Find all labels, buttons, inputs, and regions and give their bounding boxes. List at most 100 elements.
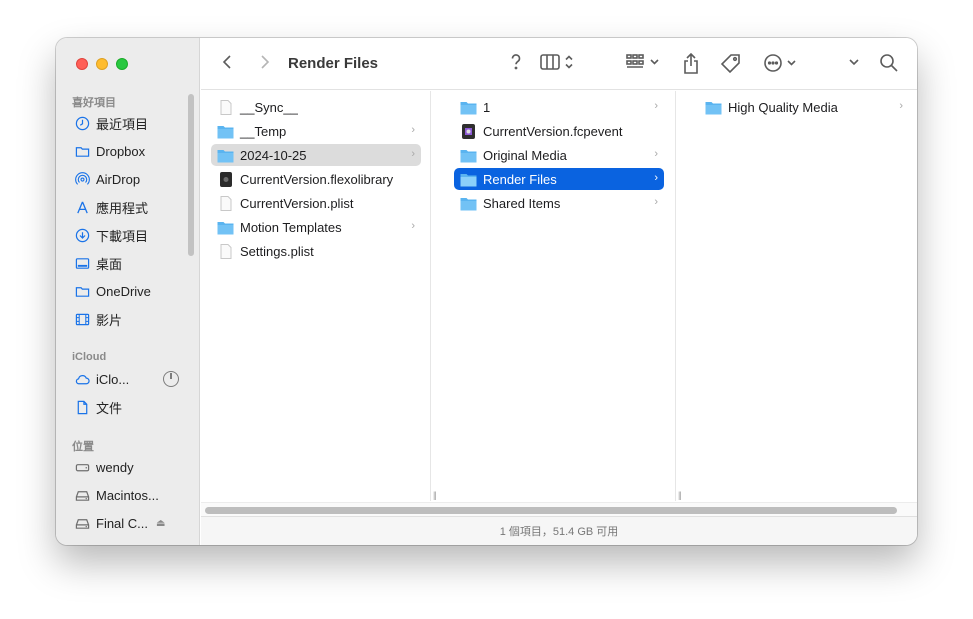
sidebar-section-locations: 位置	[72, 441, 94, 453]
download-icon	[74, 227, 90, 243]
column-3: High Quality Media ›	[689, 91, 917, 501]
sidebar-item-movies[interactable]: 影片	[74, 308, 192, 330]
group-button[interactable]	[626, 53, 662, 71]
chevron-right-icon: ›	[411, 220, 415, 232]
chevron-right-icon: ›	[654, 172, 658, 184]
sidebar-item-label: 文件	[96, 400, 123, 416]
file-icon	[217, 195, 234, 211]
list-item-selected[interactable]: Render Files ›	[454, 168, 664, 190]
sidebar-item-label: 影片	[96, 312, 123, 328]
folder-icon	[460, 196, 477, 211]
list-item-label: CurrentVersion.fcpevent	[483, 123, 623, 139]
traffic-lights	[76, 58, 128, 70]
desktop-icon	[74, 255, 90, 271]
tags-button[interactable]	[720, 53, 742, 75]
file-icon	[217, 243, 234, 259]
list-item[interactable]: Settings.plist	[211, 240, 421, 262]
horizontal-scrollbar-thumb[interactable]	[205, 507, 897, 514]
sidebar-item-recents[interactable]: 最近項目	[74, 112, 192, 134]
column-resize-handle[interactable]: ||	[433, 490, 437, 500]
chevron-right-icon	[261, 55, 270, 69]
list-item[interactable]: High Quality Media ›	[699, 96, 909, 118]
list-item[interactable]: __Temp ›	[211, 120, 421, 142]
close-button[interactable]	[76, 58, 88, 70]
share-icon	[684, 53, 698, 74]
folder-icon	[460, 148, 477, 163]
airdrop-icon	[74, 171, 90, 187]
chevron-right-icon: ›	[411, 148, 415, 160]
search-button[interactable]	[879, 53, 899, 73]
sidebar-item-label: Macintos...	[96, 487, 159, 503]
sidebar-item-macintosh-hd[interactable]: Macintos...	[74, 484, 192, 506]
list-item-selected[interactable]: 2024-10-25 ›	[211, 144, 421, 166]
list-item-label: High Quality Media	[728, 99, 838, 115]
zoom-button[interactable]	[116, 58, 128, 70]
toolbar-overflow-button[interactable]	[847, 53, 861, 71]
icloud-sync-progress-icon	[163, 371, 179, 387]
sidebar-item-label: Final C...	[96, 515, 149, 531]
columns-view-icon	[540, 54, 573, 70]
sidebar-section-icloud: iCloud	[72, 351, 107, 363]
sidebar-item-label: 桌面	[96, 256, 123, 272]
film-icon	[74, 311, 90, 327]
sidebar-item-onedrive[interactable]: OneDrive	[74, 280, 192, 302]
applications-icon	[74, 199, 90, 215]
list-item[interactable]: CurrentVersion.flexolibrary	[211, 168, 421, 190]
share-button[interactable]	[682, 53, 700, 75]
status-bar: 1 個項目，51.4 GB 可用	[201, 516, 917, 545]
list-item[interactable]: Original Media ›	[454, 144, 664, 166]
sidebar-item-label: Dropbox	[96, 143, 146, 159]
question-mark-icon	[511, 54, 521, 70]
help-button[interactable]	[509, 53, 523, 71]
sidebar: 喜好項目 最近項目 Dropbox AirDrop 應用程式 下載項目 桌面 O…	[56, 38, 200, 545]
list-item[interactable]: __Sync__	[211, 96, 421, 118]
list-item[interactable]: CurrentVersion.fcpevent	[454, 120, 664, 142]
sidebar-item-applications[interactable]: 應用程式	[74, 196, 192, 218]
sidebar-item-label: AirDrop	[96, 171, 141, 187]
folder-icon	[74, 143, 90, 159]
back-button[interactable]	[221, 53, 235, 71]
finder-window: 喜好項目 最近項目 Dropbox AirDrop 應用程式 下載項目 桌面 O…	[56, 38, 917, 545]
view-columns-button[interactable]	[540, 53, 580, 71]
minimize-button[interactable]	[96, 58, 108, 70]
folder-icon	[705, 100, 722, 115]
folder-icon	[217, 124, 234, 139]
folder-icon	[217, 148, 234, 163]
sidebar-item-label: wendy	[96, 459, 134, 475]
sidebar-item-dropbox[interactable]: Dropbox	[74, 140, 192, 162]
forward-button[interactable]	[257, 53, 271, 71]
more-actions-button[interactable]	[763, 53, 801, 73]
list-item[interactable]: 1 ›	[454, 96, 664, 118]
chevron-right-icon: ›	[411, 124, 415, 136]
list-item[interactable]: Motion Templates ›	[211, 216, 421, 238]
sidebar-item-documents[interactable]: 文件	[74, 396, 192, 418]
eject-icon[interactable]: ⏏	[156, 518, 165, 529]
sidebar-item-wendy[interactable]: wendy	[74, 456, 192, 478]
list-item-label: Motion Templates	[240, 219, 342, 235]
chevron-down-icon	[849, 59, 859, 66]
list-item-label: 2024-10-25	[240, 147, 307, 163]
list-item[interactable]: Shared Items ›	[454, 192, 664, 214]
folder-icon	[460, 172, 477, 187]
sidebar-item-downloads[interactable]: 下載項目	[74, 224, 192, 246]
document-icon	[74, 399, 90, 415]
sidebar-item-label: iClo...	[96, 371, 130, 387]
drive-icon	[74, 515, 90, 531]
column-resize-handle[interactable]: ||	[678, 490, 682, 500]
folder-icon	[217, 220, 234, 235]
sidebar-section-favorites: 喜好項目	[72, 97, 116, 109]
chevron-right-icon: ›	[654, 196, 658, 208]
folder-icon	[460, 100, 477, 115]
list-item[interactable]: CurrentVersion.plist	[211, 192, 421, 214]
list-item-label: __Temp	[240, 123, 287, 139]
sidebar-item-final-cut[interactable]: Final C... ⏏	[74, 512, 192, 534]
list-item-label: Render Files	[483, 171, 557, 187]
list-item-label: __Sync__	[240, 99, 298, 115]
tag-icon	[720, 54, 740, 74]
sidebar-item-desktop[interactable]: 桌面	[74, 252, 192, 274]
sidebar-item-airdrop[interactable]: AirDrop	[74, 168, 192, 190]
sidebar-item-icloud-drive[interactable]: iClo...	[74, 368, 179, 390]
sidebar-item-label: 下載項目	[96, 228, 149, 244]
column-1: __Sync__ __Temp › 2024-10-25 › CurrentVe…	[201, 91, 431, 501]
horizontal-scrollbar[interactable]	[201, 502, 917, 516]
